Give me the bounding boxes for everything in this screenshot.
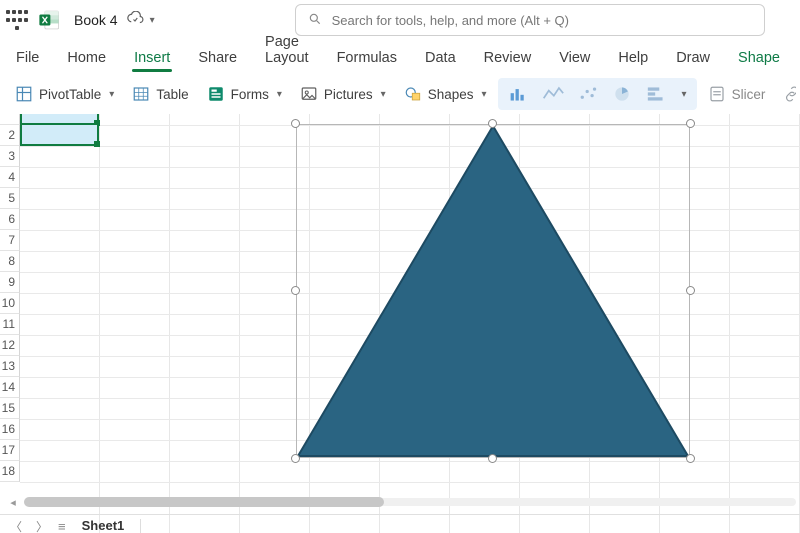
tab-page-layout[interactable]: Page Layout [251,28,323,74]
bar-chart-button[interactable] [640,81,672,107]
resize-handle-icon[interactable] [488,454,497,463]
shapes-button[interactable]: Shapes ▾ [397,81,494,107]
search-placeholder-text: Search for tools, help, and more (Alt + … [332,13,569,28]
resize-handle-icon[interactable] [291,119,300,128]
shape-selection[interactable] [296,124,690,458]
scroll-left-icon[interactable]: ◂ [6,496,20,508]
tab-file[interactable]: File [2,44,53,74]
row-header[interactable]: 14 [0,377,20,398]
chevron-down-icon: ▾ [109,89,114,100]
tab-formulas[interactable]: Formulas [323,44,411,74]
tab-home[interactable]: Home [53,44,120,74]
search-icon [308,12,322,29]
scatter-chart-icon [578,85,598,103]
tab-draw[interactable]: Draw [662,44,724,74]
active-cell[interactable] [20,125,99,146]
slicer-button[interactable]: Slicer [701,81,773,107]
pictures-icon [300,85,318,103]
sheet-tab[interactable]: Sheet1 [72,516,135,533]
resize-handle-icon[interactable] [488,119,497,128]
column-chart-icon [508,85,528,103]
row-header[interactable]: 2 [0,125,20,146]
tab-data[interactable]: Data [411,44,470,74]
row-header[interactable]: 9 [0,272,20,293]
cell-area[interactable] [20,114,800,533]
row-header[interactable]: 16 [0,419,20,440]
tab-share[interactable]: Share [184,44,251,74]
slicer-icon [708,85,726,103]
row-header[interactable]: 3 [0,146,20,167]
sheet-nav-next-icon[interactable]: 〉 [32,516,52,533]
row-header[interactable]: 8 [0,251,20,272]
sheet-tab-bar: 〈 〉 ≡ Sheet1 [0,514,800,533]
resize-handle-icon[interactable] [686,286,695,295]
row-header[interactable] [0,114,20,125]
chevron-down-icon: ▾ [682,89,687,100]
insert-toolbar: PivotTable ▾ Table Forms ▾ Pictures ▾ Sh… [0,74,800,114]
chevron-down-icon: ▾ [381,89,386,100]
workbook-title[interactable]: Book 4 [74,12,118,28]
row-header[interactable]: 13 [0,356,20,377]
excel-app-icon [38,9,60,31]
resize-handle-icon[interactable] [291,286,300,295]
comments-icon[interactable] [794,39,800,74]
title-bar: Book 4 ▾ Search for tools, help, and mor… [0,0,800,40]
row-headers: 2 3 4 5 6 7 8 9 10 11 12 13 14 15 16 17 … [0,114,20,482]
selected-cell[interactable] [20,114,99,125]
row-header[interactable]: 4 [0,167,20,188]
line-chart-icon [542,85,564,103]
pie-chart-icon [612,84,632,104]
row-header[interactable]: 10 [0,293,20,314]
scroll-thumb[interactable] [24,497,384,507]
resize-handle-icon[interactable] [686,454,695,463]
ribbon-tabs: File Home Insert Share Page Layout Formu… [0,40,800,74]
horizontal-scrollbar[interactable]: ◂ [18,496,796,508]
title-dropdown-icon[interactable]: ▾ [150,15,155,26]
tab-shape[interactable]: Shape [724,44,794,74]
link-button[interactable]: Link [776,81,796,107]
pie-chart-button[interactable] [606,80,638,108]
shapes-icon [404,85,422,103]
row-header[interactable]: 15 [0,398,20,419]
row-header[interactable]: 6 [0,209,20,230]
tab-insert[interactable]: Insert [120,44,184,74]
tab-view[interactable]: View [545,44,604,74]
sheet-nav-prev-icon[interactable]: 〈 [6,516,26,533]
forms-icon [207,85,225,103]
tab-help[interactable]: Help [604,44,662,74]
row-header[interactable]: 7 [0,230,20,251]
line-chart-button[interactable] [536,81,570,107]
chevron-down-icon: ▾ [277,89,282,100]
pivot-table-button[interactable]: PivotTable ▾ [8,81,121,107]
pictures-button[interactable]: Pictures ▾ [293,81,393,107]
resize-handle-icon[interactable] [686,119,695,128]
bar-chart-icon [646,85,666,103]
more-charts-button[interactable]: ▾ [674,85,693,104]
forms-button[interactable]: Forms ▾ [200,81,289,107]
resize-handle-icon[interactable] [291,454,300,463]
spreadsheet-grid[interactable]: 2 3 4 5 6 7 8 9 10 11 12 13 14 15 16 17 … [0,114,800,533]
table-button[interactable]: Table [125,81,195,107]
tab-review[interactable]: Review [470,44,546,74]
column-chart-button[interactable] [502,81,534,107]
chart-type-group: ▾ [498,78,697,110]
all-sheets-icon[interactable]: ≡ [58,519,66,533]
row-header[interactable]: 17 [0,440,20,461]
cloud-sync-icon[interactable] [126,11,144,30]
pivot-table-icon [15,85,33,103]
row-header[interactable]: 12 [0,335,20,356]
row-header[interactable]: 11 [0,314,20,335]
table-icon [132,85,150,103]
row-header[interactable]: 18 [0,461,20,482]
triangle-shape[interactable] [296,124,690,458]
search-input[interactable]: Search for tools, help, and more (Alt + … [295,4,765,36]
row-header[interactable]: 5 [0,188,20,209]
chevron-down-icon: ▾ [482,89,487,100]
scatter-chart-button[interactable] [572,81,604,107]
link-icon [783,85,796,103]
app-launcher-icon[interactable] [6,9,28,31]
